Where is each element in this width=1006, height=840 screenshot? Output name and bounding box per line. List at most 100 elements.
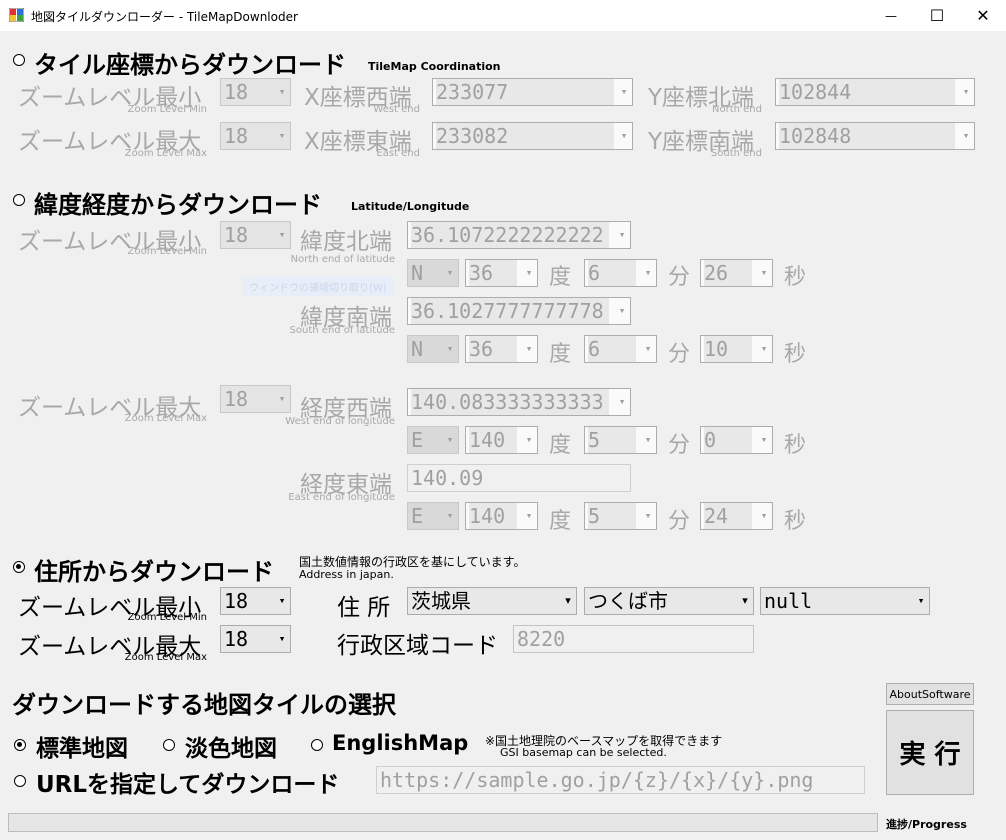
lat-south-hemi-select[interactable]: N ▾ — [407, 335, 459, 363]
lat-south-sec-select[interactable]: 10 ▾ — [700, 335, 773, 363]
address-zoom-min-sub: Zoom Level Min — [127, 612, 207, 623]
lon-west-hemi-select[interactable]: E ▾ — [407, 426, 459, 454]
close-button[interactable]: ✕ — [960, 0, 1006, 31]
lon-west-sec-select[interactable]: 0 ▾ — [700, 426, 773, 454]
lat-south-value: 36.1027777777778 — [411, 298, 609, 324]
chevron-down-icon: ▾ — [565, 594, 571, 607]
tile-zoom-max-sub: Zoom Level Max — [124, 148, 207, 159]
lat-north-sec-value: 26 — [704, 260, 752, 286]
lat-south-min-select[interactable]: 6 ▾ — [584, 335, 657, 363]
chevron-down-icon: ▾ — [962, 129, 970, 142]
tile-x-east-select[interactable]: 233082 ▾ — [432, 122, 633, 150]
lat-south-deg-select[interactable]: 36 ▾ — [465, 335, 538, 363]
tile-x-west-value: 233077 — [436, 79, 614, 105]
lon-east-min-unit: 分 — [668, 509, 691, 534]
lon-west-select[interactable]: 140.083333333333 ▾ — [407, 388, 631, 416]
lon-west-sec-unit: 秒 — [784, 433, 807, 458]
about-software-button[interactable]: AboutSoftware — [886, 683, 974, 705]
address-zoom-max-select[interactable]: 18 ▾ — [220, 625, 291, 653]
chevron-down-icon: ▾ — [525, 266, 533, 279]
minimize-icon: — — [885, 8, 897, 23]
url-input[interactable]: https://sample.go.jp/{z}/{x}/{y}.png — [376, 766, 865, 794]
chevron-down-icon: ▾ — [644, 342, 652, 355]
address-zoom-max-value: 18 — [224, 627, 249, 651]
lon-east-hemi-value: E — [411, 504, 424, 528]
tile-x-west-select[interactable]: 233077 ▾ — [432, 78, 633, 106]
about-software-label: AboutSoftware — [889, 687, 971, 701]
chevron-down-icon: ▾ — [446, 509, 454, 522]
map-note-en: GSI basemap can be selected. — [500, 746, 667, 759]
radio-latlon[interactable] — [13, 194, 25, 206]
tile-section-title: タイル座標からダウンロード — [34, 51, 346, 79]
address-note-en: Address in japan. — [299, 568, 394, 581]
latlon-zoom-min-select[interactable]: 18 ▾ — [220, 221, 291, 249]
tile-zoom-min-select[interactable]: 18 ▾ — [220, 78, 291, 106]
address-zoom-min-select[interactable]: 18 ▾ — [220, 587, 291, 615]
latlon-zoom-max-select[interactable]: 18 ▾ — [220, 385, 291, 413]
code-input[interactable]: 8220 — [513, 625, 754, 653]
lat-north-hemi-select[interactable]: N ▾ — [407, 259, 459, 287]
code-value: 8220 — [517, 627, 566, 651]
lon-east-deg-value: 140 — [469, 503, 517, 529]
district-value: null — [764, 589, 813, 613]
minimize-button[interactable]: — — [868, 0, 914, 31]
tile-y-north-select[interactable]: 102844 ▾ — [775, 78, 975, 106]
address-zoom-max-sub: Zoom Level Max — [124, 652, 207, 663]
radio-address[interactable] — [13, 561, 25, 573]
lon-west-hemi-value: E — [411, 428, 424, 452]
run-label: 実 行 — [899, 740, 961, 770]
lat-north-value: 36.1072222222222 — [411, 222, 609, 248]
ghost-overlay-text: ウィンドウの領域切り取り(W) — [243, 277, 393, 296]
city-select[interactable]: つくば市 ▾ — [584, 587, 754, 615]
chevron-down-icon: ▾ — [760, 433, 768, 446]
district-select[interactable]: null ▾ — [760, 587, 930, 615]
pale-map-label: 淡色地図 — [185, 736, 277, 762]
lat-north-select[interactable]: 36.1072222222222 ▾ — [407, 221, 631, 249]
latlon-zoom-min-sub: Zoom Level Min — [127, 246, 207, 257]
tile-section-subtitle: TileMap Coordination — [368, 60, 501, 73]
tile-zoom-max-value: 18 — [224, 124, 249, 148]
lon-east-sec-value: 24 — [704, 503, 752, 529]
lon-east-min-select[interactable]: 5 ▾ — [584, 502, 657, 530]
tile-zoom-min-value: 18 — [224, 80, 249, 104]
latlon-zoom-max-sub: Zoom Level Max — [124, 413, 207, 424]
lat-south-sec-unit: 秒 — [784, 342, 807, 367]
progress-label: 進捗/Progress — [886, 818, 967, 831]
lat-north-min-select[interactable]: 6 ▾ — [584, 259, 657, 287]
tile-zoom-max-select[interactable]: 18 ▾ — [220, 122, 291, 150]
chevron-down-icon: ▾ — [760, 342, 768, 355]
tile-y-south-sub: South end — [710, 148, 762, 159]
lon-west-min-select[interactable]: 5 ▾ — [584, 426, 657, 454]
radio-tile-coord[interactable] — [13, 54, 25, 66]
lat-south-hemi-value: N — [411, 337, 424, 361]
maximize-button[interactable]: ☐ — [914, 0, 960, 31]
radio-standard-map[interactable] — [14, 739, 26, 751]
chevron-down-icon: ▾ — [962, 85, 970, 98]
lat-north-sec-unit: 秒 — [784, 265, 807, 290]
lon-east-min-value: 5 — [588, 503, 636, 529]
lon-east-sec-select[interactable]: 24 ▾ — [700, 502, 773, 530]
lon-east-deg-select[interactable]: 140 ▾ — [465, 502, 538, 530]
chevron-down-icon: ▾ — [278, 594, 286, 607]
radio-english-map[interactable] — [311, 739, 323, 751]
lat-north-deg-select[interactable]: 36 ▾ — [465, 259, 538, 287]
lat-south-select[interactable]: 36.1027777777778 ▾ — [407, 297, 631, 325]
lat-south-min-value: 6 — [588, 336, 636, 362]
chevron-down-icon: ▾ — [278, 228, 286, 241]
prefecture-select[interactable]: 茨城県 ▾ — [407, 587, 577, 615]
lon-east-value: 140.09 — [411, 466, 484, 490]
chevron-down-icon: ▾ — [525, 509, 533, 522]
lat-south-sub: South end of latitude — [289, 325, 395, 336]
lon-east-input[interactable]: 140.09 — [407, 464, 631, 492]
tile-y-south-select[interactable]: 102848 ▾ — [775, 122, 975, 150]
lat-north-sec-select[interactable]: 26 ▾ — [700, 259, 773, 287]
title-bar[interactable]: 地図タイルダウンローダー - TileMapDownloder — ☐ ✕ — [0, 0, 1006, 31]
radio-pale-map[interactable] — [163, 739, 175, 751]
lon-east-hemi-select[interactable]: E ▾ — [407, 502, 459, 530]
tile-y-south-value: 102848 — [779, 123, 955, 149]
radio-url[interactable] — [14, 775, 26, 787]
map-select-title: ダウンロードする地図タイルの選択 — [12, 691, 396, 719]
tile-y-north-value: 102844 — [779, 79, 955, 105]
run-button[interactable]: 実 行 — [886, 710, 974, 795]
lon-west-deg-select[interactable]: 140 ▾ — [465, 426, 538, 454]
